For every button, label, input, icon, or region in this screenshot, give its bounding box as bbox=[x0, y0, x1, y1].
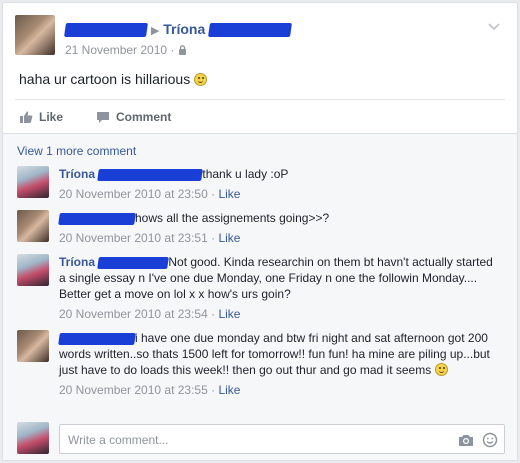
comment-body: Tríona Not good. Kinda researchin on the… bbox=[59, 254, 497, 322]
like-label: Like bbox=[39, 110, 64, 124]
redacted-name[interactable] bbox=[64, 23, 148, 38]
comment-text: thank u lady :oP bbox=[202, 167, 289, 181]
commenter-avatar[interactable] bbox=[17, 330, 49, 362]
comment-label: Comment bbox=[116, 110, 172, 124]
comment-button[interactable]: Comment bbox=[96, 107, 171, 127]
comment-meta: 20 November 2010 at 23:51 · Like bbox=[59, 231, 241, 245]
comment-like-link[interactable]: Like bbox=[218, 187, 240, 201]
post-body: haha ur cartoon is hillarious bbox=[19, 71, 191, 87]
comment-body: hows all the assignements going>>? 20 No… bbox=[58, 210, 497, 246]
post-text: haha ur cartoon is hillarious bbox=[19, 71, 208, 87]
divider bbox=[15, 99, 505, 100]
comment-icon bbox=[97, 112, 109, 123]
arrow-right-icon: ▶ bbox=[150, 25, 160, 37]
comment-meta: 20 November 2010 at 23:55 · Like bbox=[59, 383, 241, 397]
comment-meta: 20 November 2010 at 23:54 · Like bbox=[59, 307, 241, 321]
current-user-avatar bbox=[17, 422, 49, 454]
post-date-row: 21 November 2010 · bbox=[65, 43, 187, 57]
comment-time[interactable]: 20 November 2010 at 23:50 bbox=[59, 187, 208, 201]
redacted-surname[interactable] bbox=[97, 256, 170, 269]
comment-body: Tríona thank u lady :oP 20 November 2010… bbox=[59, 166, 497, 202]
smiley-emoji-icon bbox=[194, 73, 208, 86]
write-comment-row: Write a comment... bbox=[17, 422, 507, 454]
redacted-commenter-name[interactable] bbox=[58, 332, 136, 345]
comment-time[interactable]: 20 November 2010 at 23:55 bbox=[59, 383, 208, 397]
post-header: ▶ Tríona bbox=[64, 21, 293, 38]
comment-text: hows all the assignements going>>? bbox=[135, 211, 330, 225]
chevron-down-icon[interactable] bbox=[487, 19, 501, 33]
camera-icon[interactable] bbox=[458, 432, 474, 448]
commenter-name[interactable]: Tríona bbox=[59, 255, 95, 269]
post-card: ▶ Tríona 21 November 2010 · haha ur cart… bbox=[2, 2, 518, 461]
comment-meta: 20 November 2010 at 23:50 · Like bbox=[59, 187, 241, 201]
comment-like-link[interactable]: Like bbox=[218, 231, 240, 245]
comment-line: i have one due monday and btw fri night … bbox=[58, 330, 497, 378]
comment-time[interactable]: 20 November 2010 at 23:54 bbox=[59, 307, 208, 321]
commenter-avatar[interactable] bbox=[17, 210, 49, 242]
comment-body: i have one due monday and btw fri night … bbox=[58, 330, 497, 398]
post-date[interactable]: 21 November 2010 bbox=[65, 43, 167, 57]
comment-line: Tríona Not good. Kinda researchin on the… bbox=[59, 254, 497, 302]
comments-section: View 1 more comment Tríona thank u lady … bbox=[3, 133, 517, 460]
view-more-comments-link[interactable]: View 1 more comment bbox=[17, 144, 136, 158]
comment-like-link[interactable]: Like bbox=[218, 307, 240, 321]
redacted-commenter-name[interactable] bbox=[58, 212, 136, 225]
commenter-avatar[interactable] bbox=[17, 254, 49, 286]
lock-icon[interactable] bbox=[178, 45, 187, 55]
like-button[interactable]: Like bbox=[19, 107, 63, 127]
comment-like-link[interactable]: Like bbox=[218, 383, 240, 397]
redacted-surname[interactable] bbox=[208, 23, 293, 38]
comment-time[interactable]: 20 November 2010 at 23:51 bbox=[59, 231, 208, 245]
comment-input-placeholder: Write a comment... bbox=[68, 433, 169, 447]
comment-line: Tríona thank u lady :oP bbox=[59, 166, 497, 182]
emoji-icon[interactable] bbox=[482, 432, 498, 448]
comment-line: hows all the assignements going>>? bbox=[58, 210, 497, 226]
author-avatar[interactable] bbox=[15, 15, 55, 55]
dot-separator: · bbox=[170, 43, 178, 57]
like-icon bbox=[20, 111, 33, 123]
commenter-avatar[interactable] bbox=[17, 166, 49, 198]
smiley-emoji-icon bbox=[434, 363, 448, 376]
comment-input[interactable]: Write a comment... bbox=[59, 424, 505, 454]
redacted-surname[interactable] bbox=[97, 168, 204, 181]
recipient-name[interactable]: Tríona bbox=[163, 21, 205, 37]
commenter-name[interactable]: Tríona bbox=[59, 167, 95, 181]
